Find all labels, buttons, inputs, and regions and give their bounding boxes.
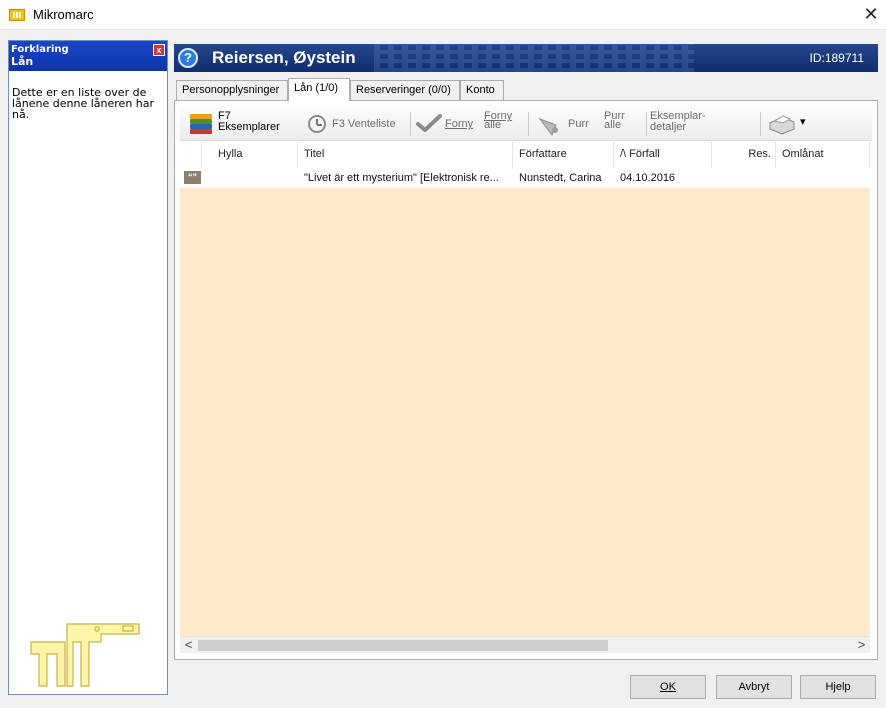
print-button[interactable]: ▾ [768,105,812,141]
books-icon [190,114,212,136]
window-close-icon[interactable]: ✕ [856,0,886,29]
check-icon [416,114,442,132]
column-header-forfattare[interactable]: Författare [513,142,614,168]
tab-lan[interactable]: Lån (1/0) [288,78,350,101]
tab-reserveringer[interactable]: Reserveringer (0/0) [350,80,460,100]
column-header-forfall[interactable]: /\ Förfall [614,142,712,168]
ok-button[interactable]: OK [630,675,706,699]
column-header-icon [180,142,202,168]
megaphone-icon [538,117,558,137]
forny-label: Forny [445,118,474,130]
explanation-subtitle: Lån [11,55,34,68]
toolbar-separator [528,112,529,136]
patron-id: ID:189711 [809,51,865,65]
explanation-header: Forklaring Lån x [9,41,167,71]
toolbar-separator [760,112,761,136]
cell-forfall: 04.10.2016 [620,172,676,184]
tab-personopplysninger[interactable]: Personopplysninger [176,80,288,100]
patron-header: ? Reiersen, Øystein ID:189711 [174,44,878,72]
mikromarc-app-icon [9,9,25,21]
grid-header: Hylla Titel Författare /\ Förfall Res. O… [180,142,870,168]
quote-icon: “” [184,171,201,184]
mikromarc-logo-icon [30,623,140,687]
header-pattern [374,44,694,72]
eksemplardetaljer-button[interactable]: Eksemplar- detaljer [650,105,730,141]
table-row[interactable]: “” "Livet är ett mysterium" [Elektronisk… [180,168,870,188]
forny-button[interactable]: Forny [416,105,478,141]
scroll-right-icon[interactable]: > [853,637,870,654]
eksemplardetaljer-label-bottom: detaljer [650,121,687,133]
column-header-res[interactable]: Res. [712,142,776,168]
explanation-pane: Forklaring Lån x Dette er en liste over … [8,40,168,695]
explanation-text: Dette er en liste over de lånene denne l… [12,86,155,121]
window-title: Mikromarc [33,7,94,22]
column-header-omlanat[interactable]: Omlånat [776,142,870,168]
column-header-titel[interactable]: Titel [298,142,513,168]
eksemplarer-button[interactable]: F7 Eksemplarer [190,105,290,141]
clock-icon [308,115,326,133]
forny-alle-label-bottom: alle [484,119,502,131]
loan-grid: Hylla Titel Författare /\ Förfall Res. O… [180,142,870,636]
window-titlebar: Mikromarc ✕ [0,0,886,30]
chevron-down-icon[interactable]: ▾ [800,117,806,128]
tab-konto[interactable]: Konto [460,80,504,100]
forny-alle-button[interactable]: Forny alle [484,105,524,141]
horizontal-scrollbar[interactable]: < > [180,636,870,653]
cell-forfattare: Nunstedt, Carina [519,172,602,184]
eksemplarer-label: Eksemplarer [218,121,280,133]
purr-alle-button[interactable]: Purr alle [604,105,640,141]
toolbar-separator [646,112,647,136]
purr-button[interactable]: Purr [538,105,600,141]
explanation-close-icon[interactable]: x [153,44,165,56]
patron-name: Reiersen, Øystein [212,48,356,67]
venteliste-button[interactable]: F3 Venteliste [308,105,406,141]
help-icon[interactable]: ? [178,48,198,68]
column-header-hylla[interactable]: Hylla [212,142,298,168]
scrollbar-thumb[interactable] [198,640,608,651]
cell-titel: "Livet är ett mysterium" [Elektronisk re… [304,172,499,184]
venteliste-label: F3 Venteliste [332,118,396,130]
loan-toolbar: F7 Eksemplarer F3 Venteliste Forny Forny… [180,105,872,141]
hjelp-button[interactable]: Hjelp [800,675,876,699]
purr-label: Purr [568,118,589,130]
printer-icon [769,115,795,135]
explanation-title: Forklaring [11,44,69,55]
toolbar-separator [410,112,411,136]
scroll-left-icon[interactable]: < [180,637,197,654]
avbryt-button[interactable]: Avbryt [716,675,792,699]
purr-alle-label-bottom: alle [604,119,622,131]
